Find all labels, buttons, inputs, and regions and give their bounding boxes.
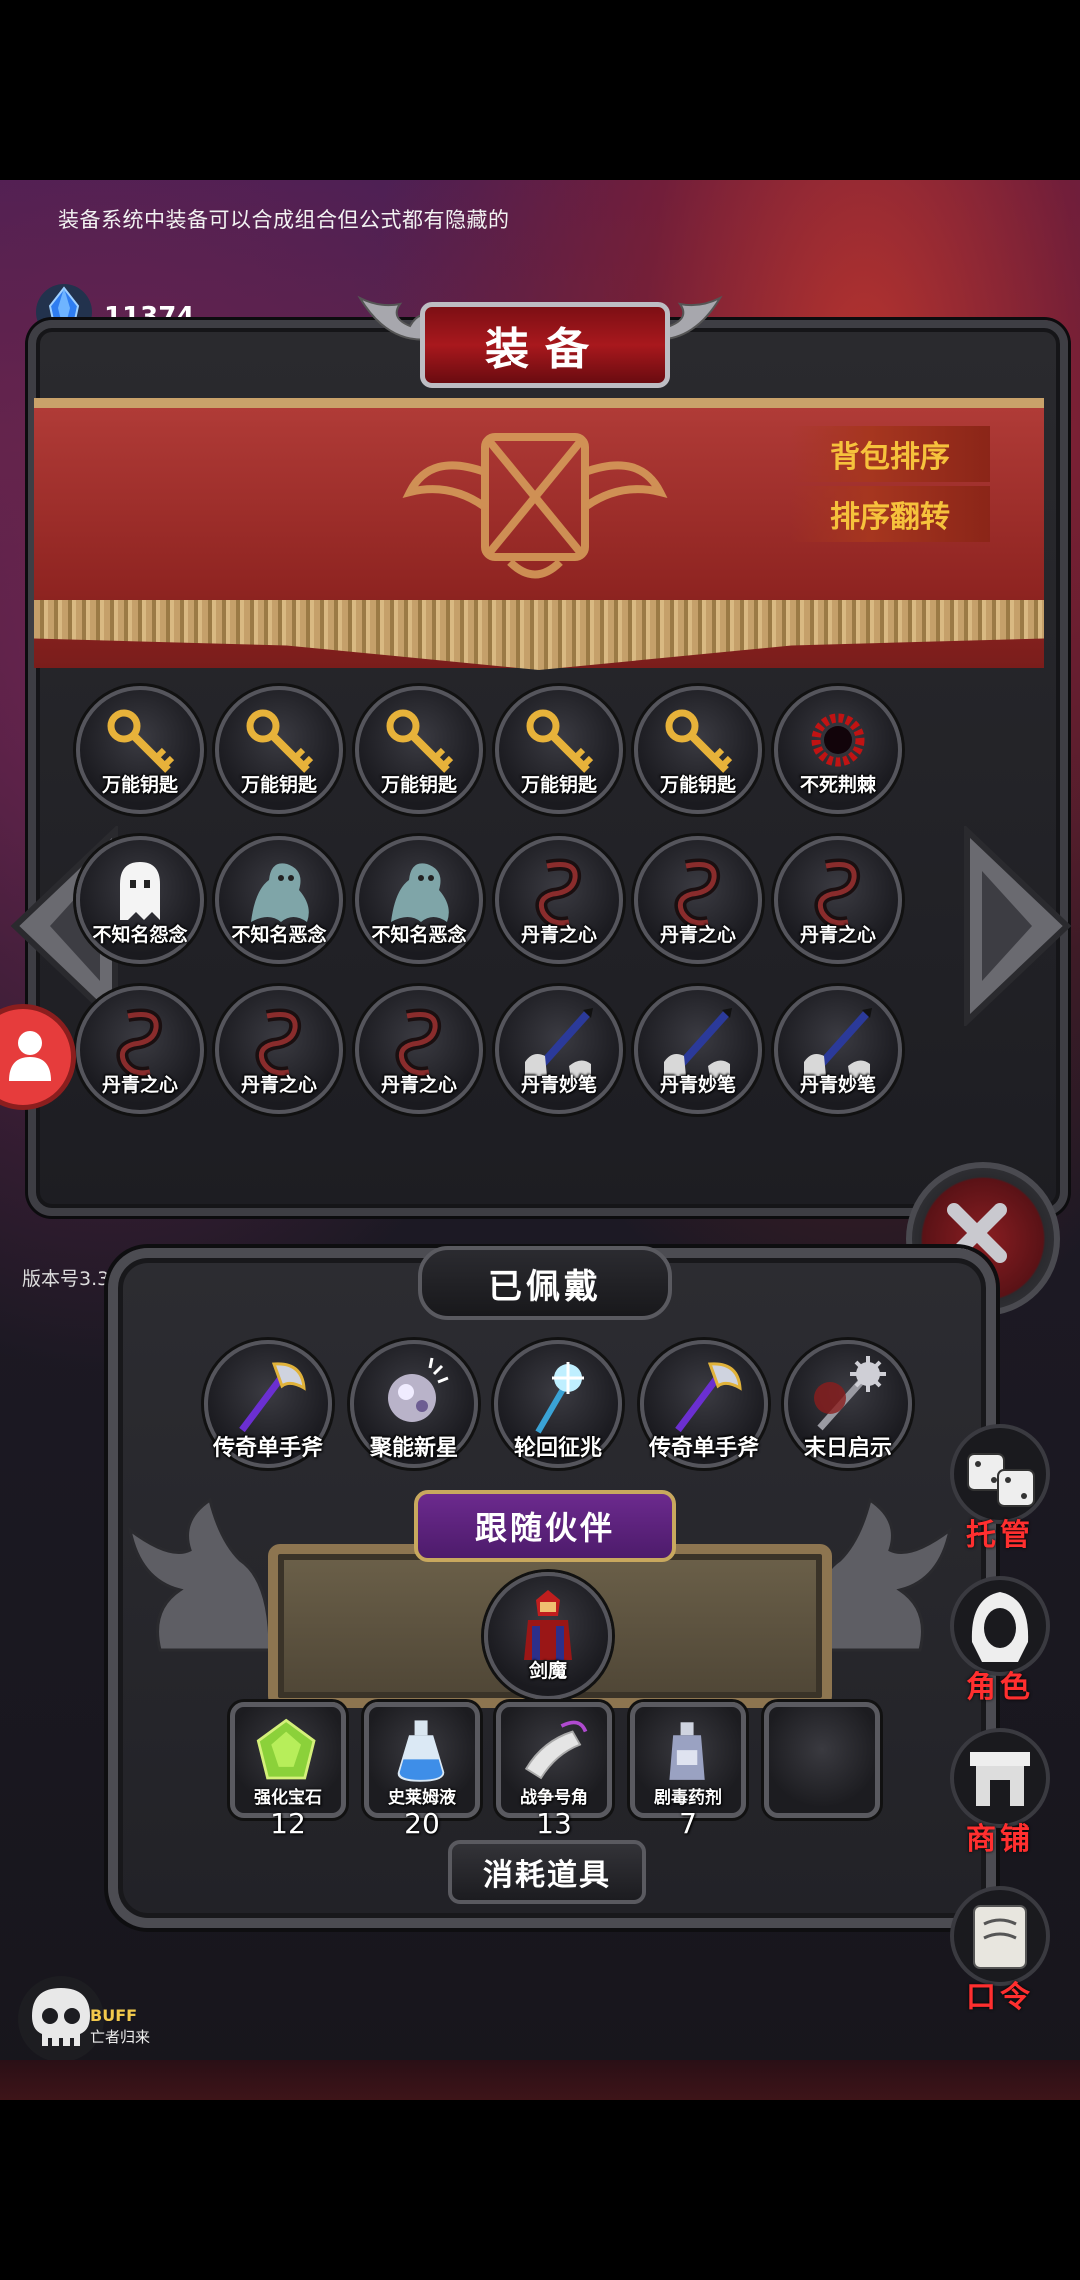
consumable-slot[interactable]: 剧毒药剂 7 — [630, 1702, 746, 1840]
consumables-title: 消耗道具 — [483, 1858, 611, 1893]
worn-slot[interactable]: 末日启示 — [784, 1340, 912, 1468]
buff-label: BUFF — [90, 2006, 138, 2025]
inventory-item-label: 不死荆棘 — [799, 774, 876, 796]
inventory-slot[interactable]: 万能钥匙 — [634, 686, 762, 814]
consumable-count: 13 — [536, 1807, 572, 1840]
consumable-count: 7 — [679, 1807, 697, 1840]
inventory-item-label: 不知名怨念 — [92, 924, 188, 946]
consumable-count: 12 — [270, 1807, 306, 1840]
inventory-item-label: 丹青之心 — [659, 924, 736, 946]
inventory-item-label: 丹青妙笔 — [799, 1074, 876, 1096]
inventory-item-label: 万能钥匙 — [520, 774, 597, 796]
worn-slot[interactable]: 轮回征兆 — [494, 1340, 622, 1468]
inventory-slot[interactable]: 不知名怨念 — [76, 836, 204, 964]
ice-staff-icon — [535, 1362, 584, 1434]
consumable-slot[interactable]: 强化宝石 12 — [230, 1702, 346, 1840]
side-menu-button[interactable]: 角色 — [950, 1576, 1050, 1705]
consumables-title-plate: 消耗道具 — [448, 1840, 646, 1904]
inventory-slot[interactable]: 丹青之心 — [774, 836, 902, 964]
side-menu-button[interactable]: 口令 — [950, 1886, 1050, 2015]
side-menu-label: 托管 — [966, 1518, 1034, 1553]
side-menu-label: 口令 — [966, 1980, 1034, 2015]
companion-title-plate: 跟随伙伴 — [414, 1490, 676, 1562]
person-icon — [9, 1031, 51, 1081]
inventory-item-label: 万能钥匙 — [240, 774, 317, 796]
inventory-slot[interactable]: 丹青之心 — [76, 986, 204, 1114]
worn-slot[interactable]: 传奇单手斧 — [204, 1340, 332, 1468]
worn-slot[interactable]: 传奇单手斧 — [640, 1340, 768, 1468]
consumable-slot[interactable]: 史莱姆液 20 — [364, 1702, 480, 1840]
inventory-item-label: 万能钥匙 — [659, 774, 736, 796]
inventory-slot[interactable]: 万能钥匙 — [495, 686, 623, 814]
title-plate: 装备 — [420, 302, 670, 388]
consumable-slot[interactable]: 战争号角 13 — [496, 1702, 612, 1840]
side-menu-button[interactable]: 托管 — [950, 1424, 1050, 1553]
consumable-name: 剧毒药剂 — [654, 1788, 722, 1808]
inventory-item-label: 不知名恶念 — [371, 924, 467, 946]
consumable-name: 强化宝石 — [254, 1788, 322, 1808]
inventory-item-label: 丹青之心 — [799, 924, 876, 946]
spiked-mace-icon — [814, 1356, 886, 1431]
inventory-item-label: 不知名恶念 — [231, 924, 327, 946]
purple-axe-icon — [675, 1362, 742, 1433]
inventory-slot[interactable]: 丹青妙笔 — [634, 986, 762, 1114]
dragon-statue-left-icon — [127, 1497, 272, 1652]
scroll-book-icon — [973, 1905, 1027, 1969]
inventory-item-label: 万能钥匙 — [380, 774, 457, 796]
war-horn-icon — [524, 1720, 588, 1780]
inventory-item-label: 丹青之心 — [101, 1074, 178, 1096]
side-menu-label: 商铺 — [966, 1822, 1034, 1857]
buff-subtitle: 亡者归来 — [90, 2028, 151, 2046]
inventory-slot[interactable]: 丹青之心 — [495, 836, 623, 964]
inventory-slot[interactable]: 万能钥匙 — [215, 686, 343, 814]
inventory-item-label: 丹青之心 — [240, 1074, 317, 1096]
inventory-slot[interactable]: 丹青之心 — [355, 986, 483, 1114]
bottom-band — [0, 2060, 1080, 2100]
sort-bag-button[interactable]: 背包排序 — [790, 426, 990, 482]
inventory-slot[interactable]: 不知名恶念 — [355, 836, 483, 964]
inventory-item-label: 丹青妙笔 — [659, 1074, 736, 1096]
companion-title: 跟随伙伴 — [474, 1509, 615, 1547]
tip-text: 装备系统中装备可以合成组合但公式都有隐藏的 — [58, 208, 510, 232]
inventory-item-label: 万能钥匙 — [101, 774, 178, 796]
reverse-sort-button[interactable]: 排序翻转 — [790, 486, 990, 542]
worn-title: 已佩戴 — [488, 1266, 602, 1307]
inventory-slot[interactable]: 万能钥匙 — [76, 686, 204, 814]
worn-slot[interactable]: 聚能新星 — [350, 1340, 478, 1468]
worn-item-label: 末日启示 — [803, 1436, 892, 1461]
inventory-slot[interactable]: 丹青之心 — [634, 836, 762, 964]
empty-consumable-slot[interactable] — [764, 1702, 880, 1818]
worn-title-plate: 已佩戴 — [418, 1246, 672, 1320]
inventory-slot[interactable]: 丹青妙笔 — [495, 986, 623, 1114]
companion-name: 剑魔 — [528, 1660, 567, 1682]
consumable-name: 史莱姆液 — [388, 1788, 456, 1808]
inventory-item-label: 丹青妙笔 — [520, 1074, 597, 1096]
blue-potion-icon — [397, 1720, 445, 1782]
green-gem-icon — [256, 1718, 316, 1780]
poison-bottle-icon — [669, 1722, 705, 1780]
crystal-orb-icon — [388, 1357, 449, 1422]
next-page-arrow-icon[interactable] — [962, 826, 1072, 1026]
dice-icon — [967, 1453, 1035, 1507]
inventory-item-label: 丹青之心 — [520, 924, 597, 946]
inventory-slot[interactable]: 丹青之心 — [215, 986, 343, 1114]
side-menu-label: 角色 — [966, 1670, 1034, 1705]
hooded-figure-icon — [971, 1592, 1029, 1662]
inventory-slot[interactable]: 万能钥匙 — [355, 686, 483, 814]
inventory-slot[interactable]: 丹青妙笔 — [774, 986, 902, 1114]
inventory-slot[interactable]: 不知名恶念 — [215, 836, 343, 964]
shop-icon — [970, 1752, 1030, 1806]
consumable-count: 20 — [404, 1807, 440, 1840]
consumable-name: 战争号角 — [520, 1788, 588, 1808]
version-text: 版本号3.39 — [22, 1268, 122, 1290]
page-title: 装备 — [485, 324, 605, 375]
companion-slot[interactable]: 剑魔 — [484, 1572, 612, 1700]
crossed-swords-emblem-icon — [402, 433, 668, 579]
inventory-slot[interactable]: 不死荆棘 — [774, 686, 902, 814]
purple-axe-icon — [239, 1362, 306, 1433]
inventory-item-label: 丹青之心 — [380, 1074, 457, 1096]
side-menu-button[interactable]: 商铺 — [950, 1728, 1050, 1857]
